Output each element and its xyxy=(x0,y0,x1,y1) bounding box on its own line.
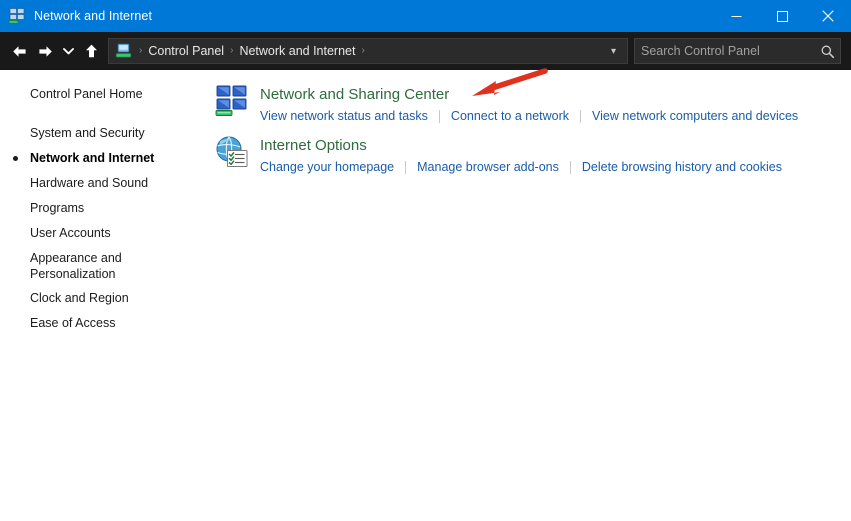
sidebar: Control Panel Home System and Security N… xyxy=(0,70,215,521)
maximize-button[interactable] xyxy=(759,0,805,32)
control-panel-window: Network and Internet › Control Panel › N… xyxy=(0,0,851,521)
content-area: Control Panel Home System and Security N… xyxy=(0,70,851,521)
breadcrumb-item-network-and-internet[interactable]: Network and Internet xyxy=(236,44,358,58)
sidebar-item-network-and-internet[interactable]: Network and Internet xyxy=(0,146,215,171)
navigation-bar: › Control Panel › Network and Internet ›… xyxy=(0,32,851,70)
category-internet-options: Internet Options Change your homepage Ma… xyxy=(215,135,851,176)
category-text-internet: Internet Options Change your homepage Ma… xyxy=(260,135,782,176)
link-delete-browsing-history-and-cookies[interactable]: Delete browsing history and cookies xyxy=(582,158,782,176)
link-view-network-status-and-tasks[interactable]: View network status and tasks xyxy=(260,107,428,125)
up-arrow-icon[interactable] xyxy=(78,38,104,64)
link-connect-to-a-network[interactable]: Connect to a network xyxy=(451,107,569,125)
address-bar[interactable]: › Control Panel › Network and Internet ›… xyxy=(108,38,628,64)
minimize-button[interactable] xyxy=(713,0,759,32)
breadcrumb-item-control-panel[interactable]: Control Panel xyxy=(145,44,227,58)
category-title-internet-options[interactable]: Internet Options xyxy=(260,136,367,156)
search-input[interactable] xyxy=(635,44,814,58)
category-text-network: Network and Sharing Center View network … xyxy=(260,84,798,125)
address-dropdown-chevron-down-icon[interactable]: ▾ xyxy=(604,46,623,57)
link-divider xyxy=(569,160,571,174)
breadcrumb-separator-1: › xyxy=(230,45,234,56)
forward-arrow-icon[interactable] xyxy=(32,38,58,64)
main-panel: Network and Sharing Center View network … xyxy=(215,70,851,521)
category-title-network-and-sharing-center[interactable]: Network and Sharing Center xyxy=(260,85,449,105)
back-arrow-icon[interactable] xyxy=(6,38,32,64)
sidebar-item-control-panel-home[interactable]: Control Panel Home xyxy=(0,82,215,107)
sidebar-item-appearance-and-personalization[interactable]: Appearance and Personalization xyxy=(0,246,186,286)
search-box[interactable] xyxy=(634,38,841,64)
network-sharing-center-icon xyxy=(215,84,249,118)
link-manage-browser-add-ons[interactable]: Manage browser add-ons xyxy=(417,158,559,176)
sidebar-item-clock-and-region[interactable]: Clock and Region xyxy=(0,286,215,311)
control-panel-network-icon xyxy=(115,43,132,59)
close-button[interactable] xyxy=(805,0,851,32)
link-view-network-computers-and-devices[interactable]: View network computers and devices xyxy=(592,107,798,125)
breadcrumb-separator-2[interactable]: › xyxy=(358,46,367,56)
link-divider xyxy=(580,109,582,123)
sidebar-item-system-and-security[interactable]: System and Security xyxy=(0,121,215,146)
chevron-down-icon[interactable] xyxy=(58,38,78,64)
sidebar-item-programs[interactable]: Programs xyxy=(0,196,215,221)
breadcrumb-separator-leading: › xyxy=(139,45,143,56)
internet-options-icon xyxy=(215,135,249,169)
search-icon[interactable] xyxy=(814,40,840,62)
link-change-your-homepage[interactable]: Change your homepage xyxy=(260,158,394,176)
sidebar-item-user-accounts[interactable]: User Accounts xyxy=(0,221,215,246)
category-links-internet: Change your homepage Manage browser add-… xyxy=(260,158,782,176)
link-divider xyxy=(405,160,407,174)
category-network-and-sharing-center: Network and Sharing Center View network … xyxy=(215,84,851,125)
window-controls xyxy=(713,0,851,32)
sidebar-item-ease-of-access[interactable]: Ease of Access xyxy=(0,311,215,336)
link-divider xyxy=(438,109,440,123)
category-links-network: View network status and tasks Connect to… xyxy=(260,107,798,125)
sidebar-item-hardware-and-sound[interactable]: Hardware and Sound xyxy=(0,171,215,196)
network-icon xyxy=(8,7,26,25)
title-bar: Network and Internet xyxy=(0,0,851,32)
window-title: Network and Internet xyxy=(34,9,153,23)
